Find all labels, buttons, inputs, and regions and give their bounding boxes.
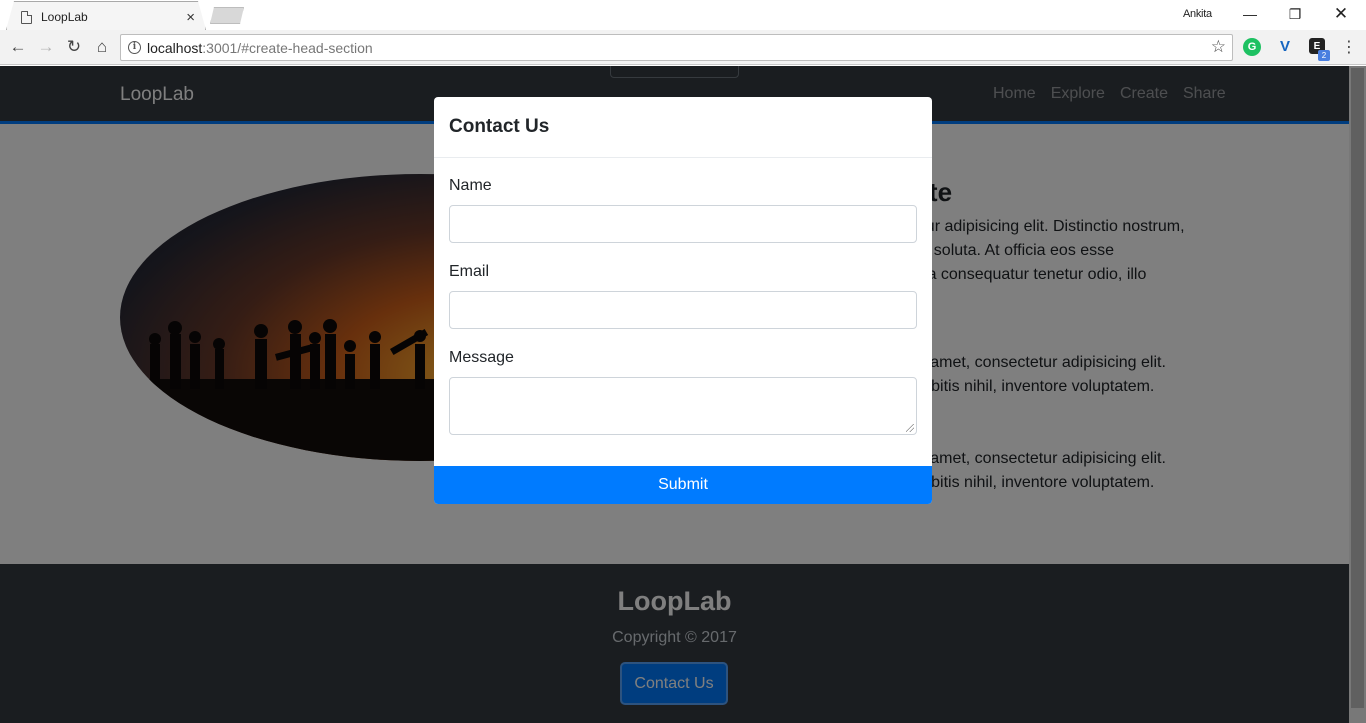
restore-icon[interactable]: ❐ [1280,4,1310,24]
contact-modal: Contact Us Name Email Message Submit [434,97,932,504]
v-extension-icon[interactable]: V [1276,38,1294,56]
extension-badge: 2 [1318,50,1330,61]
bookmark-star-icon[interactable]: ☆ [1211,37,1226,57]
minimize-icon[interactable]: — [1235,4,1265,24]
address-bar[interactable]: i localhost:3001/#create-head-section ☆ [120,34,1233,61]
message-label: Message [449,349,514,366]
email-input[interactable] [449,291,917,329]
profile-name[interactable]: Ankita [1183,8,1212,20]
tab-close-icon[interactable]: × [186,10,195,25]
email-label: Email [449,263,490,280]
grammarly-extension-icon[interactable]: G [1243,38,1261,56]
modal-title: Contact Us [449,116,550,137]
new-tab-button[interactable] [210,7,244,24]
resize-grip-icon[interactable] [906,424,914,432]
browser-tab[interactable]: LoopLab × [6,1,206,30]
browser-tabstrip: LoopLab × Ankita — ❐ ✕ [0,0,1366,30]
submit-button[interactable]: Submit [434,466,932,504]
site-info-icon[interactable]: i [128,41,141,54]
message-textarea[interactable] [449,377,917,435]
page-icon [21,10,32,24]
forward-arrow-icon[interactable]: → [35,36,57,58]
browser-toolbar: ← → ↻ ⌂ i localhost:3001/#create-head-se… [0,30,1366,65]
reload-icon[interactable]: ↻ [63,36,85,58]
back-arrow-icon[interactable]: ← [7,36,29,58]
modal-header: Contact Us [434,97,932,158]
kebab-menu-icon[interactable]: ⋮ [1341,37,1357,57]
tab-title: LoopLab [41,10,88,24]
window-close-icon[interactable]: ✕ [1326,4,1356,24]
page-viewport: LoopLab Home Explore Create Share [0,66,1366,723]
name-input[interactable] [449,205,917,243]
url-text[interactable]: localhost:3001/#create-head-section [147,40,373,56]
name-label: Name [449,177,492,194]
home-icon[interactable]: ⌂ [91,36,113,58]
